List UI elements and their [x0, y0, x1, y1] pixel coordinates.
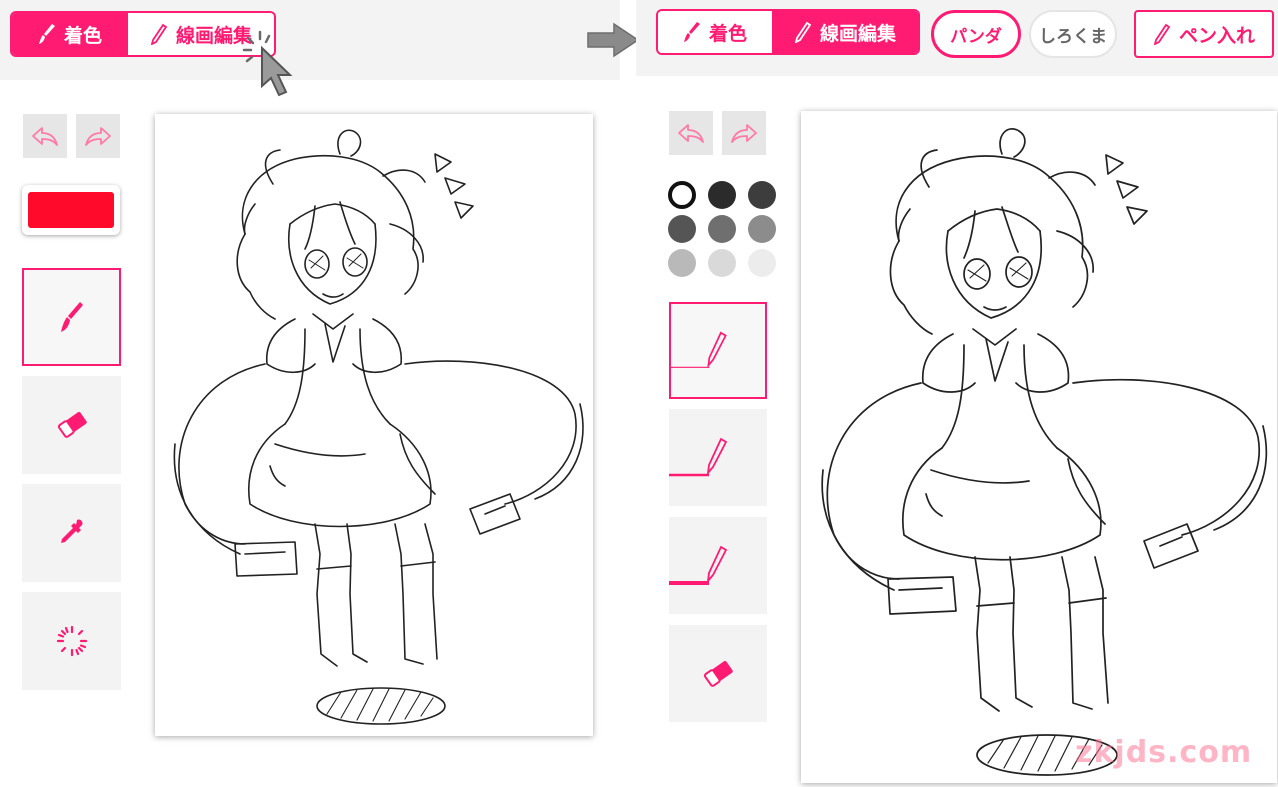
- redo-button[interactable]: [722, 111, 766, 155]
- undo-button[interactable]: [23, 114, 67, 158]
- palette-color-7[interactable]: [668, 249, 696, 277]
- eraser-icon: [703, 660, 733, 687]
- brush-tool[interactable]: [22, 268, 121, 366]
- palette-color-3[interactable]: [748, 181, 776, 209]
- mouse-cursor-icon: [242, 30, 293, 97]
- brush-icon: [38, 24, 55, 44]
- right-mode-switch: 着色 線画編集: [656, 9, 920, 55]
- pen-thick-tool[interactable]: [669, 517, 767, 614]
- pen-medium-icon: [669, 437, 728, 477]
- palette-color-1[interactable]: [668, 181, 696, 209]
- left-mode-switch: 着色 線画編集: [10, 11, 276, 57]
- right-drawing-canvas[interactable]: [801, 111, 1277, 783]
- palette-color-8[interactable]: [708, 249, 736, 277]
- palette-color-2[interactable]: [708, 181, 736, 209]
- coloring-tab[interactable]: 着色: [658, 11, 772, 53]
- pen-thin-icon: [671, 331, 727, 369]
- left-drawing-canvas[interactable]: [155, 114, 593, 736]
- coloring-tab[interactable]: 着色: [12, 13, 128, 55]
- pencil-icon: [1153, 23, 1171, 45]
- eyedropper-tool[interactable]: [22, 484, 121, 582]
- eraser-tool[interactable]: [22, 376, 121, 474]
- pen-button[interactable]: ペン入れ: [1134, 10, 1274, 58]
- palette-color-9[interactable]: [748, 249, 776, 277]
- undo-icon: [32, 127, 58, 146]
- fill-tool[interactable]: [22, 592, 121, 690]
- eyedropper-icon: [60, 519, 83, 543]
- coloring-tab-label: 着色: [708, 22, 747, 45]
- character-sketch: [821, 128, 1268, 776]
- fill-icon: [56, 625, 87, 657]
- undo-button[interactable]: [669, 111, 713, 155]
- brush-icon: [683, 22, 700, 42]
- current-color-swatch[interactable]: [22, 185, 120, 235]
- palette-color-5[interactable]: [708, 215, 736, 243]
- eraser-tool[interactable]: [669, 625, 767, 722]
- brush-icon: [60, 302, 83, 332]
- brush-option-polarbear[interactable]: しろくま: [1029, 10, 1117, 58]
- redo-button[interactable]: [76, 114, 120, 158]
- eraser-icon: [57, 412, 87, 438]
- brush-option-label: パンダ: [950, 26, 1002, 47]
- pen-medium-tool[interactable]: [669, 409, 767, 506]
- lineart-tab[interactable]: 線画編集: [772, 11, 918, 53]
- palette-color-4[interactable]: [668, 215, 696, 243]
- brush-option-label: しろくま: [1039, 26, 1107, 47]
- redo-icon: [85, 127, 111, 146]
- pen-thick-icon: [669, 545, 728, 585]
- pencil-icon: [150, 23, 168, 45]
- palette-color-6[interactable]: [748, 215, 776, 243]
- undo-icon: [678, 124, 704, 143]
- watermark: zkjds.com: [1075, 735, 1253, 770]
- pen-thin-tool[interactable]: [669, 302, 767, 399]
- character-sketch: [173, 129, 584, 725]
- current-color: [28, 192, 114, 228]
- pen-button-label: ペン入れ: [1178, 24, 1255, 47]
- lineart-tab-label: 線画編集: [819, 22, 896, 45]
- redo-icon: [731, 124, 757, 143]
- arrow-right-icon: [587, 22, 640, 58]
- coloring-tab-label: 着色: [63, 24, 102, 47]
- pencil-icon: [794, 21, 812, 43]
- brush-option-panda[interactable]: パンダ: [931, 10, 1021, 58]
